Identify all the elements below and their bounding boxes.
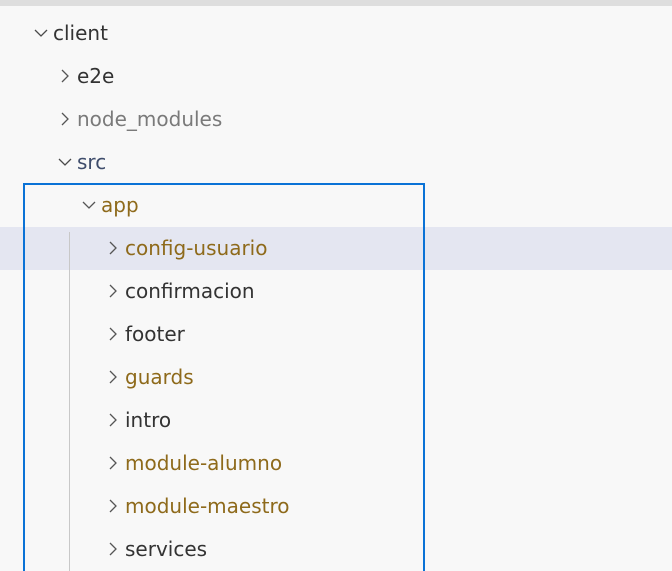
tree-item-label: intro xyxy=(125,408,172,432)
tree-item-label: src xyxy=(77,150,107,174)
tree-item-guards[interactable]: guards xyxy=(0,356,672,399)
tree-item-module-alumno[interactable]: module-alumno xyxy=(0,442,672,485)
tree-item-label: node_modules xyxy=(77,107,223,131)
file-explorer: client e2e node_modulessrc app config-usuari… xyxy=(0,0,672,571)
tree-item-label: guards xyxy=(125,365,194,389)
tree-item-label: module-alumno xyxy=(125,451,283,475)
tree-item-config-usuario[interactable]: config-usuario xyxy=(0,227,672,270)
tree-item-label: confirmacion xyxy=(125,279,255,303)
chevron-down-icon[interactable] xyxy=(79,195,99,215)
tree-item-label: config-usuario xyxy=(125,236,268,260)
chevron-right-icon[interactable] xyxy=(103,539,123,559)
tree-item-src[interactable]: src xyxy=(0,141,672,184)
chevron-right-icon[interactable] xyxy=(55,109,75,129)
tree-item-node-modules[interactable]: node_modules xyxy=(0,98,672,141)
tree-item-label: footer xyxy=(125,322,185,346)
chevron-right-icon[interactable] xyxy=(103,496,123,516)
tree-item-e2e[interactable]: e2e xyxy=(0,55,672,98)
explorer-top-edge xyxy=(0,0,672,6)
tree-item-label: e2e xyxy=(77,64,115,88)
chevron-right-icon[interactable] xyxy=(103,410,123,430)
tree-item-services[interactable]: services xyxy=(0,528,672,571)
tree-item-label: services xyxy=(125,537,208,561)
tree-item-label: module-maestro xyxy=(125,494,290,518)
chevron-right-icon[interactable] xyxy=(103,238,123,258)
tree-item-label: client xyxy=(53,21,108,45)
chevron-right-icon[interactable] xyxy=(103,367,123,387)
chevron-down-icon[interactable] xyxy=(31,23,51,43)
tree-item-app[interactable]: app xyxy=(0,184,672,227)
tree-item-footer[interactable]: footer xyxy=(0,313,672,356)
tree-item-confirmacion[interactable]: confirmacion xyxy=(0,270,672,313)
indent-guide xyxy=(69,232,70,571)
tree-item-label: app xyxy=(101,193,139,217)
chevron-right-icon[interactable] xyxy=(103,281,123,301)
tree-item-client[interactable]: client xyxy=(0,12,672,55)
chevron-down-icon[interactable] xyxy=(55,152,75,172)
chevron-right-icon[interactable] xyxy=(103,324,123,344)
chevron-right-icon[interactable] xyxy=(55,66,75,86)
chevron-right-icon[interactable] xyxy=(103,453,123,473)
tree-item-module-maestro[interactable]: module-maestro xyxy=(0,485,672,528)
tree-item-intro[interactable]: intro xyxy=(0,399,672,442)
